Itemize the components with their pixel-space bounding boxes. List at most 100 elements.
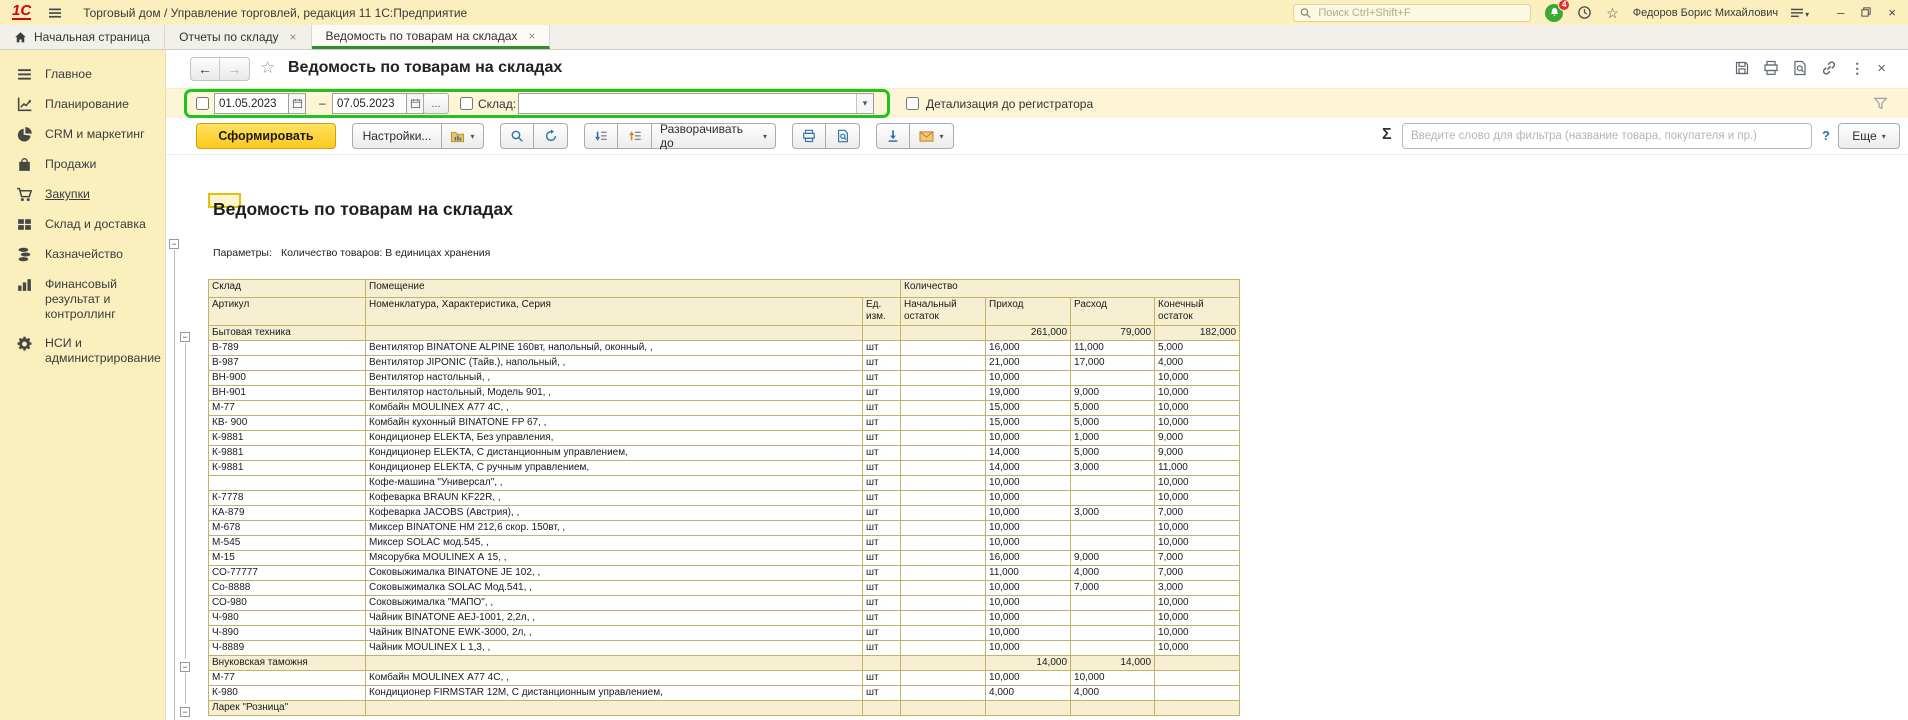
cell-article[interactable]: В-789 [209,341,366,356]
history-icon[interactable] [1577,5,1592,20]
cell-name[interactable]: Миксер SOLAC мод.545, , [366,536,863,551]
cell-begin[interactable] [901,491,986,506]
table-row[interactable]: Ч-890Чайник BINATONE EWK-3000, 2л, ,шт10… [209,626,1240,641]
cell-end[interactable]: 7,000 [1155,566,1240,581]
cell-unit[interactable]: шт [863,521,901,536]
table-row[interactable]: М-15Мясорубка MOULINEX А 15, ,шт16,0009,… [209,551,1240,566]
filter-funnel-icon[interactable] [1873,96,1888,116]
cell-inflow[interactable]: 16,000 [986,341,1071,356]
cell-end[interactable]: 5,000 [1155,341,1240,356]
cell-article[interactable]: КВ- 900 [209,416,366,431]
cell-name[interactable]: Вентилятор BINATONE ALPINE 160вт, наполь… [366,341,863,356]
cell-outflow[interactable]: 1,000 [1071,431,1155,446]
sidebar-item-prodazhi[interactable]: Продажи [0,150,165,180]
cell-unit[interactable]: шт [863,461,901,476]
cell-unit[interactable]: шт [863,551,901,566]
cell-name[interactable]: Комбайн MOULINEX А77 4С, , [366,671,863,686]
tab-otchety-po-skladu[interactable]: Отчеты по складу × [165,25,311,49]
cell-inflow[interactable]: 11,000 [986,566,1071,581]
cell-unit[interactable] [863,701,901,716]
cell-begin[interactable] [901,356,986,371]
cell-unit[interactable]: шт [863,686,901,701]
cell-inflow[interactable]: 261,000 [986,326,1071,341]
cell-inflow[interactable] [986,701,1071,716]
close-form-icon[interactable]: × [1877,61,1886,76]
cell-begin[interactable] [901,446,986,461]
generate-button[interactable]: Сформировать [196,123,336,149]
cell-unit[interactable]: шт [863,431,901,446]
cell-outflow[interactable] [1071,371,1155,386]
cell-unit[interactable] [863,656,901,671]
cell-name[interactable]: Чайник MOULINEX L 1,3, , [366,641,863,656]
collapse-rows-button[interactable] [584,123,618,149]
cell-inflow[interactable]: 10,000 [986,371,1071,386]
cell-name[interactable]: Вентилятор настольный, Модель 901, , [366,386,863,401]
cell-begin[interactable] [901,551,986,566]
cell-article[interactable]: М-77 [209,671,366,686]
refresh-button[interactable] [534,123,568,149]
cell-outflow[interactable] [1071,641,1155,656]
cell-outflow[interactable]: 9,000 [1071,551,1155,566]
cell-inflow[interactable]: 10,000 [986,476,1071,491]
cell-end[interactable]: 7,000 [1155,506,1240,521]
cell-name[interactable]: Соковыжималка SOLAC Мод.541, , [366,581,863,596]
cell-unit[interactable]: шт [863,401,901,416]
detail-checkbox[interactable] [906,97,919,110]
calendar-icon[interactable] [288,93,306,114]
cell-article[interactable] [209,476,366,491]
cell-outflow[interactable]: 11,000 [1071,341,1155,356]
print-icon[interactable] [1763,60,1779,76]
cell-unit[interactable]: шт [863,596,901,611]
cell-article[interactable]: В-987 [209,356,366,371]
cell-unit[interactable]: шт [863,476,901,491]
cell-end[interactable]: 10,000 [1155,371,1240,386]
cell-end[interactable]: 10,000 [1155,401,1240,416]
cell-end[interactable] [1155,701,1240,716]
cell-end[interactable]: 3,000 [1155,581,1240,596]
cell-begin[interactable] [901,611,986,626]
print-preview-icon[interactable] [1792,60,1808,76]
table-row[interactable]: Ч-8889Чайник MOULINEX L 1,3, ,шт10,00010… [209,641,1240,656]
cell-article[interactable]: Ларек "Розница" [209,701,366,716]
get-link-icon[interactable] [1821,60,1837,76]
cell-unit[interactable]: шт [863,386,901,401]
cell-unit[interactable]: шт [863,356,901,371]
cell-inflow[interactable]: 10,000 [986,581,1071,596]
table-row[interactable]: КВ- 900Комбайн кухонный BINATONE FP 67, … [209,416,1240,431]
cell-inflow[interactable]: 10,000 [986,431,1071,446]
cell-end[interactable]: 9,000 [1155,431,1240,446]
sidebar-item-planirovanie[interactable]: Планирование [0,90,165,120]
cell-name[interactable]: Кондиционер ELEKTA, С ручным управлением… [366,461,863,476]
cell-outflow[interactable] [1071,701,1155,716]
cell-begin[interactable] [901,581,986,596]
cell-name[interactable]: Кондиционер ELEKTA, Без управления, [366,431,863,446]
cell-name[interactable]: Вентилятор JIPONIC (Тайв.), напольный, , [366,356,863,371]
table-row[interactable]: КА-879Кофеварка JACOBS (Австрия), ,шт10,… [209,506,1240,521]
group-row[interactable]: Ларек "Розница" [209,701,1240,716]
sidebar-item-kaznacheystvo[interactable]: Казначейство [0,240,165,270]
cell-unit[interactable]: шт [863,611,901,626]
cell-begin[interactable] [901,671,986,686]
cell-end[interactable]: 4,000 [1155,356,1240,371]
cell-outflow[interactable]: 4,000 [1071,686,1155,701]
cell-begin[interactable] [901,401,986,416]
collapse-group-toggle[interactable]: − [180,707,190,717]
cell-outflow[interactable]: 10,000 [1071,671,1155,686]
cell-unit[interactable]: шт [863,506,901,521]
cell-unit[interactable] [863,326,901,341]
cell-name[interactable]: Вентилятор настольный, , [366,371,863,386]
cell-begin[interactable] [901,371,986,386]
sidebar-item-crm-i-marketing[interactable]: CRM и маркетинг [0,120,165,150]
cell-name[interactable] [366,326,863,341]
cell-outflow[interactable]: 3,000 [1071,506,1155,521]
sidebar-item-glavnoe[interactable]: Главное [0,60,165,90]
cell-outflow[interactable]: 4,000 [1071,566,1155,581]
table-row[interactable]: СО-980Соковыжималка "МАПО", ,шт10,00010,… [209,596,1240,611]
table-row[interactable]: К-9881Кондиционер ELEKTA, С ручным управ… [209,461,1240,476]
cell-begin[interactable] [901,596,986,611]
print-preview-button[interactable] [826,123,860,149]
notifications-icon[interactable]: 4 [1545,4,1563,22]
cell-outflow[interactable]: 3,000 [1071,461,1155,476]
expand-rows-button[interactable] [618,123,652,149]
cell-article[interactable]: СО-77777 [209,566,366,581]
